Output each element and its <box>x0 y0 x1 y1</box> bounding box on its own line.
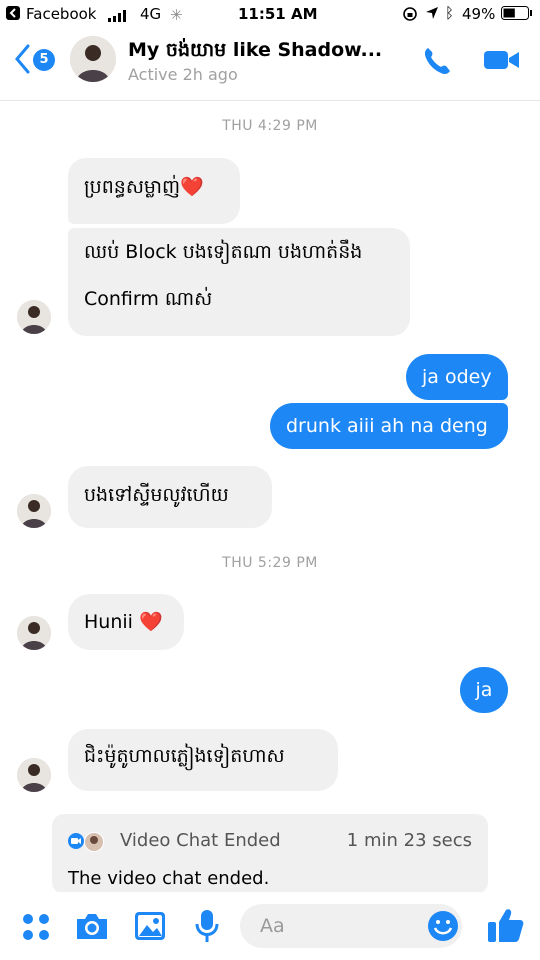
voice-call-button[interactable] <box>420 44 454 82</box>
status-bar: Facebook 4G ✳ 11:51 AM ᛒ 49% <box>0 0 540 28</box>
message-timestamp: THU 4:29 PM <box>222 118 318 134</box>
signal-icon <box>108 8 130 26</box>
contact-avatar-small[interactable] <box>17 758 51 792</box>
camera-button[interactable] <box>75 911 109 945</box>
incoming-message[interactable]: ប្រពន្ធសម្លាញ់❤️ <box>68 158 240 224</box>
unread-badge: 5 <box>33 49 55 71</box>
thumbs-up-icon <box>488 909 524 942</box>
like-button[interactable] <box>486 906 526 948</box>
more-options-button[interactable] <box>22 913 50 945</box>
back-to-app-icon[interactable] <box>6 6 20 20</box>
video-chat-duration: 1 min 23 secs <box>346 830 472 851</box>
video-call-button[interactable] <box>482 46 522 78</box>
contact-avatar-small[interactable] <box>17 616 51 650</box>
four-dots-icon <box>23 914 49 940</box>
incoming-message[interactable]: បងទៅស្ទីមលូវហើយ <box>68 466 272 528</box>
clock: 11:51 AM <box>238 5 318 23</box>
video-chat-title: Video Chat Ended <box>120 830 281 851</box>
activity-spinner-icon: ✳ <box>170 6 183 24</box>
outgoing-message[interactable]: ja <box>460 667 508 713</box>
outgoing-message[interactable]: drunk aiii ah na deng <box>270 403 508 449</box>
outgoing-message[interactable]: ja odey <box>406 354 508 400</box>
image-icon <box>135 912 165 940</box>
bluetooth-icon: ᛒ <box>445 4 455 22</box>
phone-icon <box>424 48 450 75</box>
incoming-message[interactable]: ជិះម៉ូតូហាលភ្លៀងទៀតហាស <box>68 729 338 791</box>
contact-avatar[interactable] <box>70 36 116 82</box>
back-button[interactable]: 5 <box>8 42 60 76</box>
composer-bar: Aa <box>0 892 540 960</box>
network-label: 4G <box>140 5 162 23</box>
back-to-app-label[interactable]: Facebook <box>26 5 96 23</box>
incoming-message[interactable]: Hunii ❤️ <box>68 594 184 650</box>
message-input-placeholder: Aa <box>260 915 285 937</box>
video-chat-card[interactable]: Video Chat Ended 1 min 23 secs The video… <box>52 814 488 894</box>
active-status: Active 2h ago <box>128 65 238 84</box>
message-timestamp: THU 5:29 PM <box>222 555 318 571</box>
battery-percent: 49% <box>462 5 496 23</box>
camera-icon <box>77 914 107 939</box>
orientation-lock-icon <box>402 6 418 26</box>
contact-avatar-small[interactable] <box>17 494 51 528</box>
microphone-icon <box>195 910 219 942</box>
gallery-button[interactable] <box>134 911 166 945</box>
contact-avatar-small[interactable] <box>17 300 51 334</box>
message-input[interactable]: Aa <box>240 904 462 948</box>
location-icon <box>425 6 439 24</box>
participant-avatar <box>84 832 104 852</box>
voice-message-button[interactable] <box>195 908 219 948</box>
chevron-left-icon <box>15 44 30 74</box>
message-line: ឈប់ Block បងទៀតណា បងហាត់នឹង <box>84 241 363 263</box>
battery-icon <box>501 6 533 24</box>
video-camera-icon <box>484 51 519 69</box>
contact-name[interactable]: My ចង់យាម like Shadow... <box>128 38 394 66</box>
video-chat-body: The video chat ended. <box>68 868 270 889</box>
emoji-icon[interactable] <box>426 909 460 943</box>
conversation-header: 5 My ចង់យាម like Shadow... Active 2h ago <box>0 28 540 101</box>
message-line: Confirm ណាស់ <box>84 288 213 310</box>
incoming-message[interactable]: ឈប់ Block បងទៀតណា បងហាត់នឹង Confirm ណាស់ <box>68 228 410 336</box>
